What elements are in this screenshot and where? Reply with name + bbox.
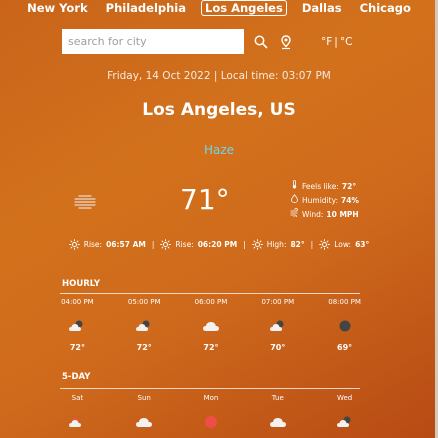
droplet-icon bbox=[290, 194, 299, 208]
hourly-temps-row: 72° 72° 72° 70° 69° bbox=[44, 343, 378, 352]
city-link-dallas[interactable]: Dallas bbox=[299, 1, 345, 15]
daily-days-row: Sat Sun Mon Tue Wed bbox=[44, 394, 378, 402]
daily-icons-row bbox=[44, 414, 378, 430]
wind-icon bbox=[290, 208, 299, 222]
celsius-button[interactable]: °C bbox=[340, 36, 353, 48]
search-input[interactable] bbox=[62, 29, 244, 54]
city-link-los-angeles[interactable]: Los Angeles bbox=[201, 0, 287, 16]
humidity-value: 74% bbox=[341, 196, 359, 205]
hourly-time: 05:00 PM bbox=[127, 298, 161, 306]
separator: | bbox=[151, 240, 155, 249]
sunset-label: Rise: bbox=[175, 240, 194, 249]
unit-separator: | bbox=[334, 35, 338, 48]
search-icon[interactable] bbox=[253, 34, 269, 50]
sunrise-label: Rise: bbox=[83, 240, 103, 249]
current-temperature: 71° bbox=[180, 183, 230, 216]
cloud-icon bbox=[136, 418, 153, 427]
city-link-chicago[interactable]: Chicago bbox=[357, 1, 414, 15]
location-title: Los Angeles, US bbox=[142, 100, 296, 120]
partly-cloudy-icon bbox=[136, 320, 150, 331]
haze-icon bbox=[72, 193, 98, 211]
sun-stats-bar: Rise: 06:57 AM | Rise: 06:20 PM | High: … bbox=[0, 239, 438, 250]
hourly-time: 06:00 PM bbox=[194, 298, 228, 306]
low-temp-icon bbox=[319, 239, 331, 250]
daily-day: Tue bbox=[271, 394, 284, 402]
location-pin-icon[interactable] bbox=[278, 34, 294, 50]
city-link-philadelphia[interactable]: Philadelphia bbox=[103, 1, 189, 15]
high-value: 82° bbox=[290, 240, 305, 249]
city-nav: New York Philadelphia Los Angeles Dallas… bbox=[0, 0, 438, 16]
wind-row: Wind: 10 MPH bbox=[290, 208, 359, 222]
feels-like-row: Feels like: 72° bbox=[290, 180, 359, 194]
hourly-time: 07:00 PM bbox=[261, 298, 295, 306]
thermometer-icon bbox=[290, 180, 299, 194]
unit-toggle: °F | °C bbox=[321, 36, 352, 48]
daily-day: Sat bbox=[71, 394, 84, 402]
separator: | bbox=[310, 240, 314, 249]
hourly-temp: 72° bbox=[136, 343, 152, 352]
daily-divider bbox=[60, 388, 360, 389]
wind-value: 10 MPH bbox=[326, 210, 359, 219]
high-temp-icon bbox=[251, 239, 263, 250]
sunset-value: 06:20 PM bbox=[197, 240, 238, 249]
low-label: Low: bbox=[334, 240, 352, 249]
hourly-temp: 70° bbox=[270, 343, 286, 352]
sunrise-value: 06:57 AM bbox=[106, 240, 146, 249]
hourly-temp: 69° bbox=[337, 343, 353, 352]
sunset-icon bbox=[160, 239, 172, 250]
low-value: 63° bbox=[355, 240, 370, 249]
weather-details: Feels like: 72° Humidity: 74% Wind: 10 M… bbox=[290, 180, 359, 222]
hourly-icons-row bbox=[44, 318, 378, 334]
city-link-new-york[interactable]: New York bbox=[24, 1, 91, 15]
hourly-temp: 72° bbox=[69, 343, 85, 352]
hourly-temp: 72° bbox=[203, 343, 219, 352]
high-label: High: bbox=[266, 240, 287, 249]
daily-day: Mon bbox=[203, 394, 219, 402]
local-datetime: Friday, 14 Oct 2022 | Local time: 03:07 … bbox=[107, 70, 331, 82]
daily-title: 5-DAY bbox=[62, 372, 91, 382]
wind-label: Wind: bbox=[302, 210, 324, 219]
cloud-icon bbox=[202, 322, 219, 331]
hourly-title: HOURLY bbox=[62, 279, 101, 289]
search-bar: °F | °C bbox=[62, 29, 362, 54]
partly-cloudy-night-icon bbox=[269, 320, 284, 331]
feels-like-value: 72° bbox=[341, 182, 357, 191]
cloud-icon bbox=[269, 418, 286, 427]
partly-cloudy-icon bbox=[69, 320, 83, 331]
hourly-time: 08:00 PM bbox=[328, 298, 361, 306]
sunrise-icon bbox=[68, 239, 80, 250]
weather-condition: Haze bbox=[203, 143, 235, 157]
humidity-label: Humidity: bbox=[302, 196, 338, 205]
daily-day: Wed bbox=[336, 394, 353, 402]
feels-like-label: Feels like: bbox=[302, 182, 339, 191]
sun-icon bbox=[204, 416, 217, 428]
fahrenheit-button[interactable]: °F bbox=[321, 36, 332, 48]
hourly-times-row: 04:00 PM 05:00 PM 06:00 PM 07:00 PM 08:0… bbox=[44, 298, 378, 306]
partly-cloudy-icon bbox=[69, 417, 82, 427]
separator: | bbox=[243, 240, 246, 249]
humidity-row: Humidity: 74% bbox=[290, 194, 359, 208]
hourly-time: 04:00 PM bbox=[61, 298, 94, 306]
daily-day: Sun bbox=[137, 394, 151, 402]
moon-icon bbox=[339, 320, 351, 332]
hourly-divider bbox=[60, 293, 360, 294]
partly-cloudy-icon bbox=[336, 416, 351, 427]
